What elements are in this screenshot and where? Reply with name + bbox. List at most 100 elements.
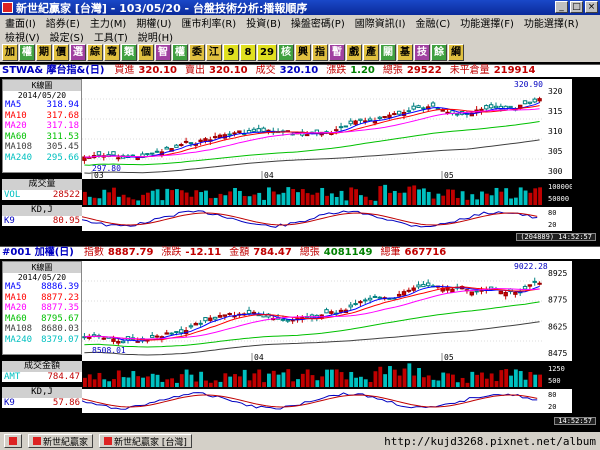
panel1-vol-bar: [247, 196, 252, 205]
toolbar-button-5[interactable]: 綜: [87, 44, 103, 61]
panel1-legend-value: 317.18: [46, 121, 79, 131]
menu-view[interactable]: 檢視(V): [0, 29, 45, 44]
toolbar-button-20[interactable]: 戲: [346, 44, 362, 61]
panel2-symbol[interactable]: #001 加權(日): [2, 247, 74, 259]
toolbar-button-17[interactable]: 興: [295, 44, 311, 61]
panel2-candle-body: [411, 287, 416, 291]
toolbar-button-0[interactable]: 加: [2, 44, 18, 61]
panel1-candle-body: [537, 98, 542, 102]
panel1-legend-row-ma10: MA10 317.68: [3, 111, 81, 122]
panel1-vol-bar: [373, 200, 378, 205]
panel2-candle-body: [498, 290, 504, 295]
toolbar-button-4[interactable]: 選: [70, 44, 86, 61]
toolbar-button-16[interactable]: 核: [278, 44, 294, 61]
panel1-vol-y-tick: 50000: [548, 195, 569, 203]
menu-securities[interactable]: 諮券(E): [41, 15, 85, 30]
close-button[interactable]: ×: [585, 1, 598, 13]
panel2-candle-chart[interactable]: 9022.28 8508.01 8925 8775 8625 8475 04 05: [82, 261, 572, 361]
menu-settings[interactable]: 設定(S): [45, 29, 89, 44]
menu-tools[interactable]: 工具(T): [89, 29, 133, 44]
panel2-vol-bar: [179, 374, 184, 387]
panel2-candle-body: [377, 296, 382, 299]
panel2-y-tick: 8775: [548, 296, 567, 305]
panel1-candle-body: [430, 102, 436, 107]
toolbar-button-1[interactable]: 權: [19, 44, 35, 61]
panel1-vol-bar: [179, 190, 184, 205]
panel2-legend-value: 8795.67: [41, 313, 79, 324]
panel1-candle-body: [503, 105, 508, 111]
panel1-vol-bar: [131, 199, 136, 205]
panel1-vol-name: VOL: [4, 190, 21, 200]
panel1-vol-bar: [92, 197, 97, 205]
panel1-vol-bar: [339, 190, 344, 205]
panel1-vol-bar: [426, 191, 431, 205]
menu-main-force[interactable]: 主力(M): [85, 15, 131, 30]
panel1-vol-bar: [392, 190, 397, 205]
menu-intl-info[interactable]: 國際資訊(I): [350, 15, 411, 30]
toolbar-button-19[interactable]: 暫: [329, 44, 345, 61]
toolbar-button-24[interactable]: 技: [414, 44, 430, 61]
taskbar-item-window[interactable]: 新世紀贏家 [台灣]: [99, 434, 192, 448]
toolbar-button-10[interactable]: 權: [172, 44, 188, 61]
toolbar-button-26[interactable]: 綱: [448, 44, 464, 61]
toolbar-button-21[interactable]: 產: [363, 44, 379, 61]
toolbar-button-11[interactable]: 委: [189, 44, 205, 61]
panel1-symbol[interactable]: STWA& 摩台指&(日): [2, 65, 104, 77]
panel1-candle-body: [377, 116, 382, 119]
toolbar-button-7[interactable]: 類: [121, 44, 137, 61]
panel2-kd-y-tick: 20: [548, 403, 556, 411]
menu-function-select-f[interactable]: 功能選擇(F): [455, 15, 519, 30]
panel2-vol-bar: [189, 374, 194, 387]
panel1-vol-bar: [233, 187, 237, 205]
toolbar-button-3[interactable]: 價: [53, 44, 69, 61]
toolbar-button-23[interactable]: 基: [397, 44, 413, 61]
menu-futures-options[interactable]: 期權(U): [131, 15, 176, 30]
menu-function-select-r[interactable]: 功能選擇(R): [519, 15, 584, 30]
panel1-vol-bar: [460, 191, 465, 205]
panel1-vol-bar: [194, 190, 199, 205]
toolbar-button-13[interactable]: 9: [223, 44, 239, 61]
toolbar-button-2[interactable]: 期: [36, 44, 52, 61]
panel1-volume-chart[interactable]: 100000 50000: [82, 181, 572, 205]
panel1-header-value-0: 320.10: [138, 65, 178, 76]
toolbar-button-9[interactable]: 智: [155, 44, 171, 61]
menu-fx-rates[interactable]: 匯市利率(R): [176, 15, 241, 30]
panel-taiex-futures: STWA& 摩台指&(日) 買進 320.10 賣出 320.10 成交 320.10 漲跌…: [0, 64, 600, 244]
toolbar-button-14[interactable]: 8: [240, 44, 256, 61]
menu-trading-code[interactable]: 操盤密碼(P): [286, 15, 350, 30]
panel2-vol-y-tick: 500: [548, 377, 561, 385]
toolbar-button-15[interactable]: 29: [257, 44, 277, 61]
menu-screen[interactable]: 畫面(I): [0, 15, 41, 30]
panel1-legend-row-ma108: MA108 305.45: [3, 142, 81, 153]
panel1-vol-bar: [83, 191, 87, 205]
menu-help[interactable]: 說明(H): [133, 29, 178, 44]
menu-finance[interactable]: 金融(C): [411, 15, 456, 30]
toolbar-button-12[interactable]: 江: [206, 44, 222, 61]
toolbar-button-25[interactable]: 餘: [431, 44, 447, 61]
toolbar-button-8[interactable]: 個: [138, 44, 154, 61]
panel1-vol-bar: [150, 190, 155, 205]
panel2-amount-chart[interactable]: 1250 500: [82, 363, 572, 387]
app-icon-small: [33, 437, 41, 445]
panel1-candle-body: [338, 126, 344, 129]
panel1-candle-chart[interactable]: 320.90297.8032031531030530003 04 05: [82, 79, 572, 179]
maximize-button[interactable]: □: [570, 1, 583, 13]
panel2-amount-legend: 成交金額 AMT 784.47: [2, 361, 82, 382]
panel2-kd-chart[interactable]: 80 20: [82, 389, 572, 413]
taskbar-start[interactable]: [4, 434, 22, 448]
taskbar-item-app[interactable]: 新世紀贏家: [28, 434, 94, 448]
panel2-vol-bar: [431, 379, 436, 387]
minimize-button[interactable]: _: [555, 1, 568, 13]
panel1-legend-row-ma240: MA240 295.66: [3, 153, 81, 164]
toolbar-button-18[interactable]: 指: [312, 44, 328, 61]
menu-bar-primary: 畫面(I) 諮券(E) 主力(M) 期權(U) 匯市利率(R) 投資(B) 操盤…: [0, 15, 600, 30]
panel1-candle-body: [237, 130, 242, 134]
toolbar-button-6[interactable]: 寫: [104, 44, 120, 61]
panel2-candle-body: [164, 332, 169, 335]
menu-investment[interactable]: 投資(B): [241, 15, 286, 30]
toolbar-button-22[interactable]: 關: [380, 44, 396, 61]
panel1-vol-bar: [325, 195, 329, 205]
panel1-candle-body: [348, 120, 353, 125]
panel2-legend-value: 8877.35: [41, 303, 79, 313]
panel1-kd-chart[interactable]: 80 20: [82, 207, 572, 231]
